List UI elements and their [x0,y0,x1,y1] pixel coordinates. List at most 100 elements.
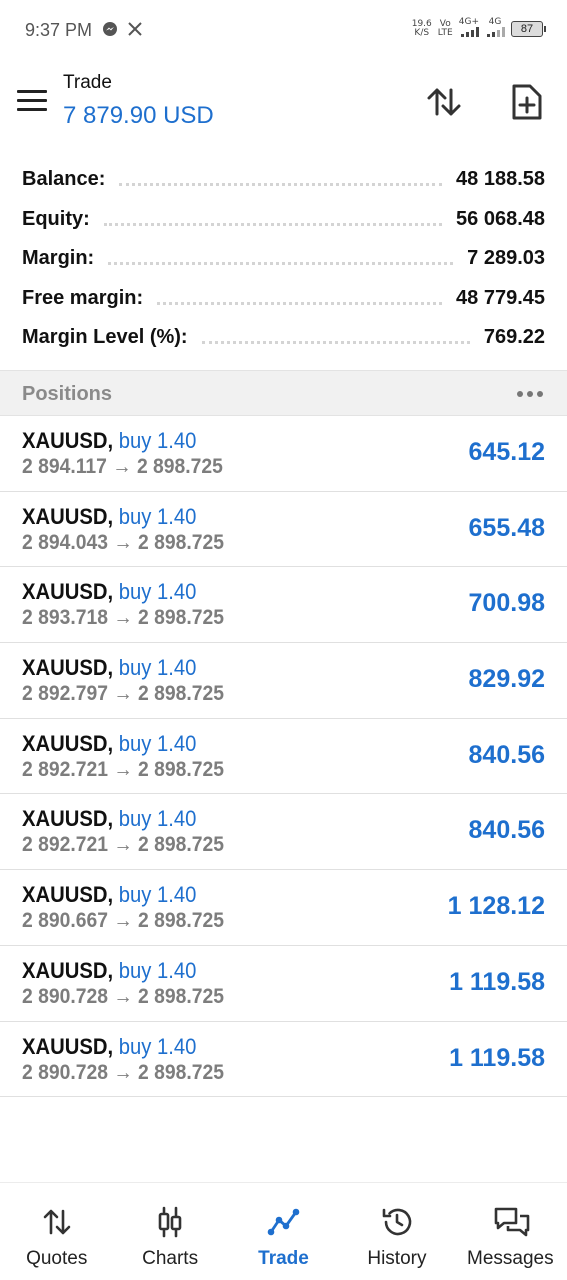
page-title: Trade [63,72,112,93]
position-profit: 1 119.58 [449,967,545,996]
status-bar: 9:37 PM 19.6 K/S Vo LTE 4G+ 4G 87 [0,0,567,60]
summary-value: 48 188.58 [456,168,545,191]
position-prices: 2 892.721 → 2 898.725 [22,833,224,857]
summary-value: 56 068.48 [456,207,545,230]
position-symbol: XAUUSD, [22,957,114,983]
nav-charts[interactable]: Charts [113,1183,226,1280]
dotted-leader [201,341,470,345]
account-summary: Balance: 48 188.58 Equity: 56 068.48 Mar… [0,160,567,358]
status-indicators: 19.6 K/S Vo LTE 4G+ 4G 87 [411,18,546,40]
volte-indicator: Vo LTE [437,19,453,38]
more-options-icon[interactable] [517,391,543,397]
app-bar: Trade 7 879.90 USD [0,60,567,144]
position-symbol: XAUUSD, [22,730,114,756]
position-row[interactable]: XAUUSD, buy 1.40 2 892.721 → 2 898.725 8… [0,794,567,871]
summary-value: 48 779.45 [456,286,545,309]
summary-row-free-margin: Free margin: 48 779.45 [0,279,567,319]
position-profit: 840.56 [468,740,545,769]
position-row[interactable]: XAUUSD, buy 1.40 2 890.667 → 2 898.725 1… [0,870,567,946]
dotted-leader [108,262,454,266]
nav-label: Quotes [26,1248,88,1269]
nav-messages[interactable]: Messages [454,1183,567,1280]
trade-icon [267,1205,301,1239]
signal-4g: 4G [485,18,505,40]
position-symbol: XAUUSD, [22,806,114,832]
position-side: buy 1.40 [118,730,197,756]
position-symbol: XAUUSD, [22,428,114,453]
position-profit: 840.56 [468,816,545,845]
position-row[interactable]: XAUUSD, buy 1.40 2 893.718 → 2 898.725 7… [0,567,567,644]
status-time: 9:37 PM [25,20,93,40]
position-prices: 2 892.797 → 2 898.725 [22,682,224,706]
summary-label: Margin Level (%): [22,326,188,349]
new-order-icon[interactable] [506,82,546,122]
positions-section-header: Positions [0,370,567,416]
dotted-leader [157,301,443,305]
position-symbol: XAUUSD, [22,1033,114,1059]
position-side: buy 1.40 [118,655,197,681]
position-profit: 829.92 [468,665,545,694]
position-prices: 2 890.667 → 2 898.725 [22,909,224,933]
dotted-leader [103,222,443,226]
position-profit: 1 128.12 [447,892,545,921]
position-side: buy 1.40 [118,882,197,908]
nav-history[interactable]: History [340,1183,453,1280]
messenger-icon [102,21,118,42]
position-row[interactable]: XAUUSD, buy 1.40 2 890.728 → 2 898.725 1… [0,946,567,1022]
summary-row-margin-level: Margin Level (%): 769.22 [0,318,567,358]
position-side: buy 1.40 [118,579,197,605]
position-symbol: XAUUSD, [22,882,114,908]
position-row[interactable]: XAUUSD, buy 1.40 2 892.721 → 2 898.725 8… [0,719,567,795]
sort-icon[interactable] [424,82,464,122]
charts-icon [153,1205,187,1239]
summary-label: Equity: [22,207,90,230]
position-prices: 2 890.728 → 2 898.725 [22,1060,224,1084]
signal-4g-plus: 4G+ [459,18,479,40]
summary-label: Balance: [22,168,106,191]
position-prices: 2 892.721 → 2 898.725 [22,757,224,781]
summary-value: 769.22 [483,326,545,349]
battery-icon: 87 [511,21,546,37]
quotes-icon [40,1205,74,1239]
position-side: buy 1.40 [118,428,197,453]
nav-trade[interactable]: Trade [227,1183,340,1280]
position-symbol: XAUUSD, [22,503,114,529]
position-row[interactable]: XAUUSD, buy 1.40 2 894.043 → 2 898.725 6… [0,492,567,568]
position-prices: 2 893.718 → 2 898.725 [22,606,224,630]
summary-value: 7 289.03 [467,247,545,270]
position-prices: 2 894.117 → 2 898.725 [22,455,223,478]
position-row[interactable]: XAUUSD, buy 1.40 2 894.117 → 2 898.725 6… [0,416,567,492]
position-side: buy 1.40 [118,1033,197,1059]
position-row[interactable]: XAUUSD, buy 1.40 2 890.728 → 2 898.725 1… [0,1022,567,1098]
positions-list: XAUUSD, buy 1.40 2 894.117 → 2 898.725 6… [0,416,567,1098]
position-prices: 2 890.728 → 2 898.725 [22,984,224,1008]
position-prices: 2 894.043 → 2 898.725 [22,530,224,554]
position-side: buy 1.40 [118,806,197,832]
bottom-navigation: Quotes Charts Trade History Messages [0,1182,567,1280]
nav-label: History [367,1248,427,1269]
x-icon [127,21,143,42]
summary-row-equity: Equity: 56 068.48 [0,200,567,240]
summary-label: Free margin: [22,286,144,309]
summary-label: Margin: [22,247,95,270]
dotted-leader [119,183,443,187]
net-speed: 19.6 K/S [411,19,432,38]
history-icon [380,1205,414,1239]
header-balance: 7 879.90 USD [63,102,214,129]
position-side: buy 1.40 [118,957,197,983]
position-profit: 645.12 [468,438,545,466]
position-profit: 700.98 [468,589,545,618]
position-side: buy 1.40 [118,503,197,529]
position-symbol: XAUUSD, [22,655,114,681]
nav-label: Messages [467,1248,554,1269]
menu-icon[interactable] [17,90,47,112]
position-row[interactable]: XAUUSD, buy 1.40 2 892.797 → 2 898.725 8… [0,643,567,719]
nav-quotes[interactable]: Quotes [0,1183,113,1280]
messages-icon [493,1205,530,1239]
nav-label: Charts [142,1248,199,1269]
position-symbol: XAUUSD, [22,579,114,605]
nav-label: Trade [258,1248,309,1269]
summary-row-margin: Margin: 7 289.03 [0,239,567,279]
position-profit: 655.48 [468,513,545,542]
positions-title: Positions [22,383,113,405]
